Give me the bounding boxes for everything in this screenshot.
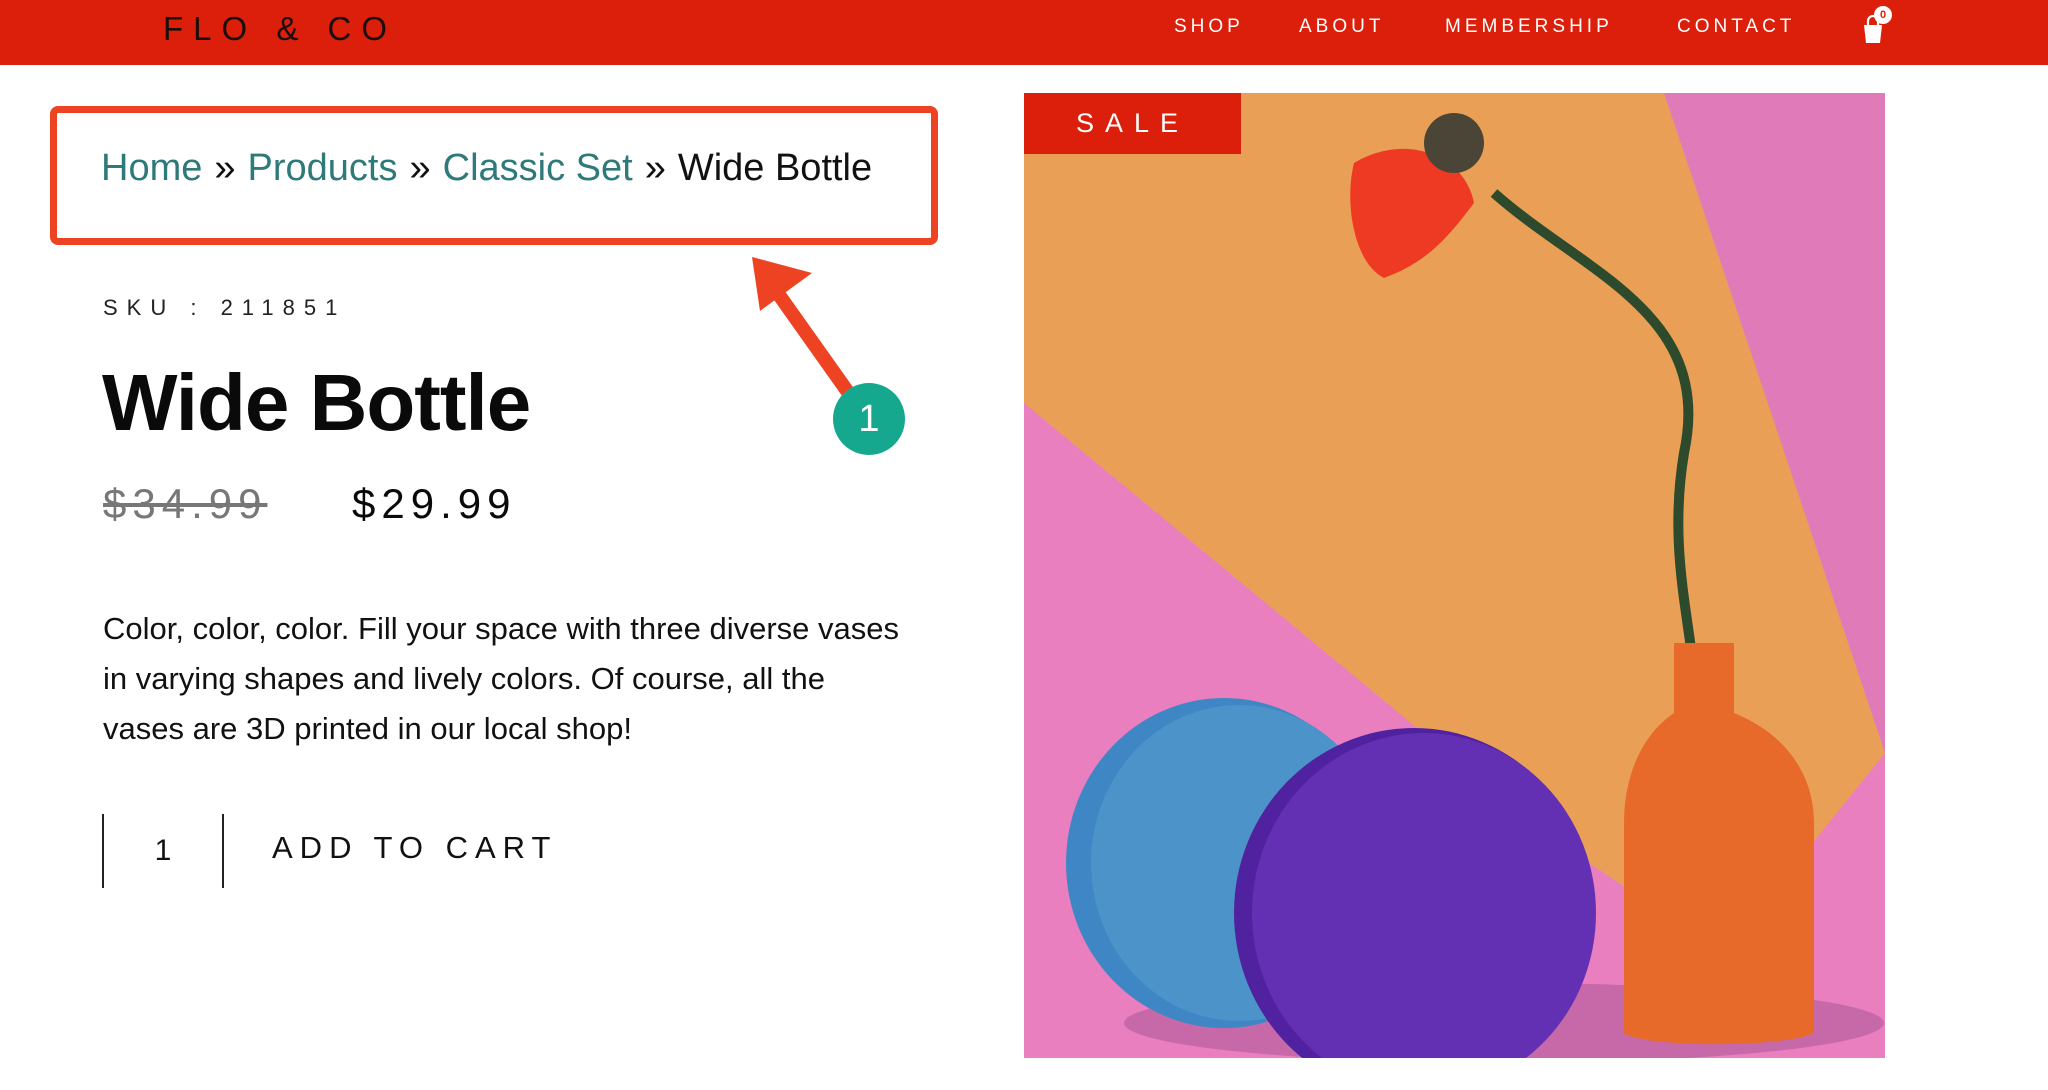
product-description: Color, color, color. Fill your space wit… [103,611,900,746]
cart-count-badge: 0 [1874,6,1892,24]
original-price: $34.99 [103,480,268,527]
product-image [1024,93,1885,1058]
site-logo[interactable]: FLO & CO [163,10,397,48]
annotation-arrow-icon [752,257,857,402]
breadcrumb: Home » Products » Classic Set » Wide Bottle [101,147,872,190]
annotation-step-badge: 1 [833,383,905,455]
quantity-stepper [102,814,224,888]
quantity-input[interactable] [104,814,222,888]
product-title: Wide Bottle [102,358,531,447]
nav-about[interactable]: ABOUT [1299,16,1384,38]
breadcrumb-separator: » [409,147,431,189]
breadcrumb-classic-set[interactable]: Classic Set [443,147,633,189]
breadcrumb-home[interactable]: Home [101,147,202,189]
sale-price: $29.99 [352,480,517,527]
breadcrumb-separator: » [214,147,236,189]
add-to-cart-button[interactable]: ADD TO CART [272,830,557,866]
nav-membership[interactable]: MEMBERSHIP [1445,16,1613,38]
product-sku: SKU : 211851 [103,295,347,320]
breadcrumb-separator: » [644,147,666,189]
breadcrumb-current: Wide Bottle [677,147,873,189]
nav-contact[interactable]: CONTACT [1677,16,1795,38]
breadcrumb-products[interactable]: Products [248,147,398,189]
nav-shop[interactable]: SHOP [1174,16,1244,38]
sale-badge: SALE [1024,93,1241,154]
